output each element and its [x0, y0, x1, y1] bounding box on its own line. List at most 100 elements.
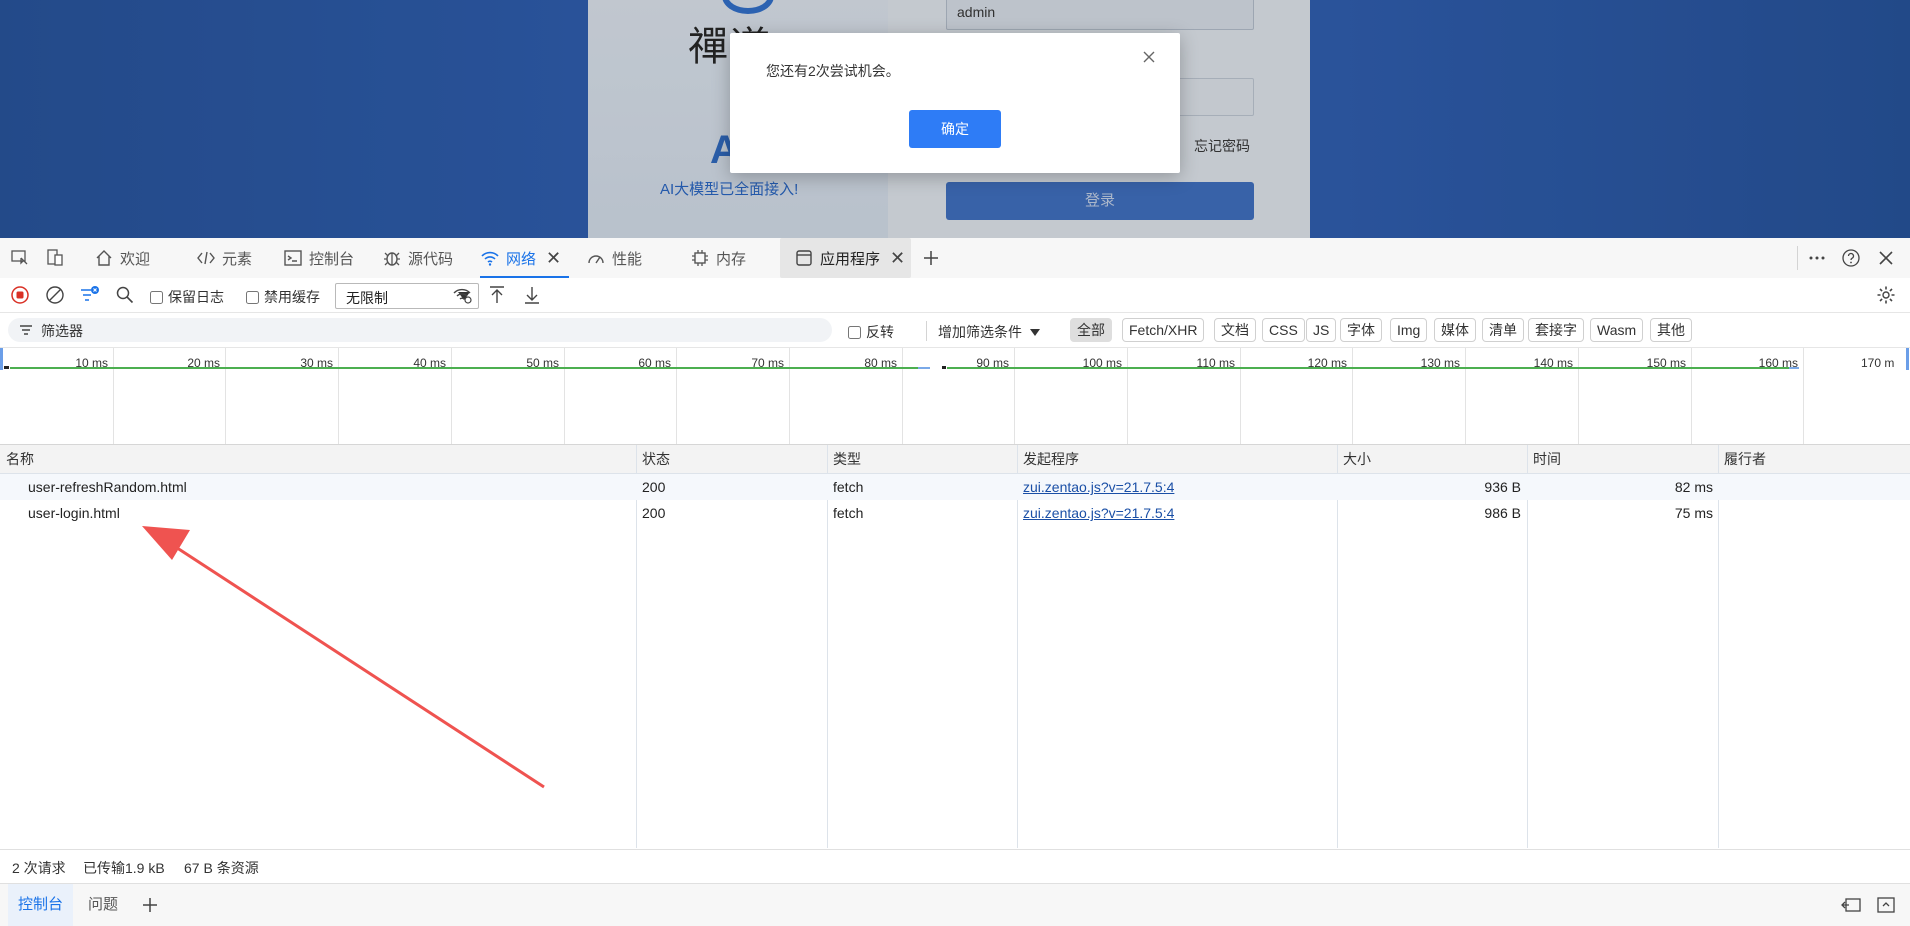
record-icon[interactable] [9, 284, 31, 306]
timeline-tick: 50 ms [526, 348, 565, 444]
column-header-time[interactable]: 时间 [1533, 445, 1561, 473]
timeline-tick: 20 ms [187, 348, 226, 444]
filter-type-img[interactable]: Img [1390, 318, 1428, 342]
tab-label: 控制台 [309, 250, 355, 268]
help-icon[interactable] [1840, 247, 1862, 269]
transferred-size: 已传输1.9 kB [83, 860, 165, 876]
preserve-log-checkbox[interactable]: 保留日志 [150, 287, 224, 307]
timeline-tick: 30 ms [300, 348, 339, 444]
more-icon[interactable] [1806, 247, 1828, 269]
request-initiator-link[interactable]: zui.zentao.js?v=21.7.5:4 [1023, 500, 1174, 526]
drawer-tab-issues[interactable]: 问题 [88, 884, 118, 926]
chip-icon [692, 250, 708, 266]
divider [926, 321, 927, 341]
request-name[interactable]: user-refreshRandom.html [28, 474, 187, 500]
request-table: 名称 状态 类型 发起程序 大小 时间 履行者 user-refreshRand… [0, 445, 1910, 848]
timeline-handle-left[interactable] [0, 348, 3, 370]
filter-type-fetch-xhr[interactable]: Fetch/XHR [1122, 318, 1205, 342]
filter-type-css[interactable]: CSS [1262, 318, 1305, 342]
column-header-status[interactable]: 状态 [642, 445, 670, 473]
timeline-tick: 80 ms [864, 348, 903, 444]
expand-drawer-icon[interactable] [1875, 894, 1897, 916]
tab-elements[interactable]: 元素 [196, 238, 252, 278]
column-header-name[interactable]: 名称 [6, 445, 34, 473]
close-icon[interactable] [1138, 47, 1160, 69]
timeline-bar-request-1 [10, 367, 918, 369]
more-filters-label: 增加筛选条件 [938, 324, 1022, 340]
more-filters-dropdown[interactable]: 增加筛选条件 [938, 322, 1040, 342]
gear-icon[interactable] [1875, 284, 1897, 306]
export-har-icon[interactable] [521, 284, 543, 306]
filter-type-media[interactable]: 媒体 [1434, 318, 1476, 342]
tab-memory[interactable]: 内存 [690, 238, 746, 278]
filter-type-wasm[interactable]: Wasm [1590, 318, 1644, 342]
clear-icon[interactable] [44, 284, 66, 306]
table-row[interactable]: user-login.html 200 fetch zui.zentao.js?… [0, 500, 1910, 526]
timeline-tick: 110 ms [1197, 348, 1241, 444]
network-toolbar: 保留日志 禁用缓存 无限制 [0, 278, 1910, 313]
tab-sources[interactable]: 源代码 [382, 238, 453, 278]
network-conditions-icon[interactable] [452, 284, 474, 306]
alert-dialog: 您还有2次尝试机会。 确定 [730, 33, 1180, 173]
filter-type-all[interactable]: 全部 [1070, 318, 1112, 342]
tab-network[interactable]: 网络 ✕ [480, 238, 570, 278]
filter-input[interactable]: 筛选器 [8, 318, 832, 342]
timeline-handle-right[interactable] [1906, 348, 1909, 370]
request-type: fetch [833, 505, 864, 521]
column-header-size[interactable]: 大小 [1343, 445, 1371, 473]
column-header-fulfilled-by[interactable]: 履行者 [1724, 445, 1766, 473]
request-size: 986 B [1484, 505, 1521, 521]
filter-type-font[interactable]: 字体 [1340, 318, 1382, 342]
device-emulation-icon[interactable] [44, 247, 66, 269]
dialog-message: 您还有2次尝试机会。 [766, 63, 900, 79]
timeline-tick: 90 ms [976, 348, 1015, 444]
timeline-start-marker [4, 366, 9, 369]
disable-cache-checkbox[interactable]: 禁用缓存 [246, 287, 320, 307]
column-header-initiator[interactable]: 发起程序 [1023, 445, 1079, 473]
close-tab-icon[interactable]: ✕ [546, 248, 561, 269]
tab-label: 内存 [716, 250, 747, 268]
search-icon[interactable] [114, 284, 136, 306]
filter-type-socket[interactable]: 套接字 [1528, 318, 1584, 342]
inspect-icon[interactable] [9, 247, 31, 269]
timeline-tick: 130 ms [1421, 348, 1466, 444]
window-icon [796, 250, 812, 266]
tab-application[interactable]: 应用程序 ✕ [780, 238, 912, 278]
preserve-log-input[interactable] [150, 290, 163, 304]
tab-welcome[interactable]: 欢迎 [94, 238, 150, 278]
filter-type-doc[interactable]: 文档 [1214, 318, 1256, 342]
request-name[interactable]: user-login.html [28, 500, 120, 526]
console-icon [284, 250, 302, 266]
table-row[interactable]: user-refreshRandom.html 200 fetch zui.ze… [0, 474, 1910, 500]
request-time: 75 ms [1674, 505, 1713, 521]
table-header [0, 445, 1910, 474]
close-devtools-icon[interactable] [1875, 247, 1897, 269]
divider [1797, 246, 1798, 270]
request-initiator-link[interactable]: zui.zentao.js?v=21.7.5:4 [1023, 474, 1174, 500]
timeline-tick: 150 ms [1647, 348, 1692, 444]
column-header-type[interactable]: 类型 [833, 445, 861, 473]
add-tab-icon[interactable] [920, 247, 942, 269]
filter-type-other[interactable]: 其他 [1650, 318, 1692, 342]
drawer-tab-console[interactable]: 控制台 [8, 884, 74, 926]
filter-type-js[interactable]: JS [1306, 318, 1337, 342]
filter-lines-icon [20, 325, 32, 335]
close-tab-icon[interactable]: ✕ [890, 248, 905, 269]
tab-console[interactable]: 控制台 [283, 238, 354, 278]
network-timeline-overview[interactable]: 10 ms 20 ms 30 ms 40 ms 50 ms 60 ms 70 ms 80 ms… [0, 348, 1910, 445]
bug-icon [384, 252, 400, 266]
confirm-button[interactable]: 确定 [909, 110, 1001, 148]
wifi-icon [481, 251, 499, 266]
invert-input[interactable] [848, 325, 861, 339]
filter-type-manifest[interactable]: 清单 [1482, 318, 1524, 342]
disable-cache-input[interactable] [246, 290, 259, 304]
add-tab-icon[interactable] [139, 894, 161, 916]
filter-icon[interactable] [79, 284, 101, 306]
import-har-icon[interactable] [486, 284, 508, 306]
dock-icon[interactable] [1840, 894, 1862, 916]
timeline-marker [942, 366, 946, 369]
devtools-panel: 欢迎 元素 控制台 源代码 网络 ✕ 性能 内存 应用程序 ✕ 保留日志 禁用缓… [0, 238, 1910, 926]
timeline-tick: 40 ms [413, 348, 452, 444]
tab-performance[interactable]: 性能 [586, 238, 642, 278]
invert-checkbox[interactable]: 反转 [848, 322, 894, 342]
